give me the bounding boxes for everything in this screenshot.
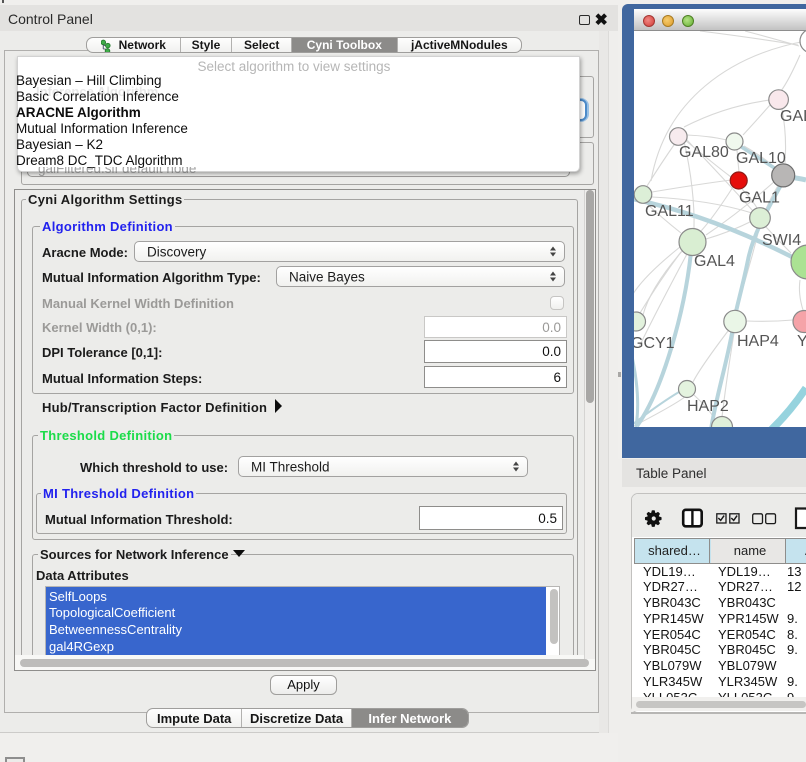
svg-text:Y: Y bbox=[797, 333, 806, 350]
svg-text:HAP4: HAP4 bbox=[737, 333, 779, 350]
svg-text:SWI4: SWI4 bbox=[762, 232, 801, 249]
svg-text:GCY1: GCY1 bbox=[634, 335, 675, 352]
svg-text:GAL7: GAL7 bbox=[780, 108, 806, 125]
svg-text:GAL1: GAL1 bbox=[739, 190, 780, 207]
svg-text:GAL80: GAL80 bbox=[679, 144, 729, 161]
svg-text:GAL4: GAL4 bbox=[694, 253, 735, 270]
svg-text:GAL11: GAL11 bbox=[645, 203, 694, 220]
svg-text:HAP2: HAP2 bbox=[687, 398, 729, 415]
svg-text:GAL10: GAL10 bbox=[736, 150, 786, 167]
